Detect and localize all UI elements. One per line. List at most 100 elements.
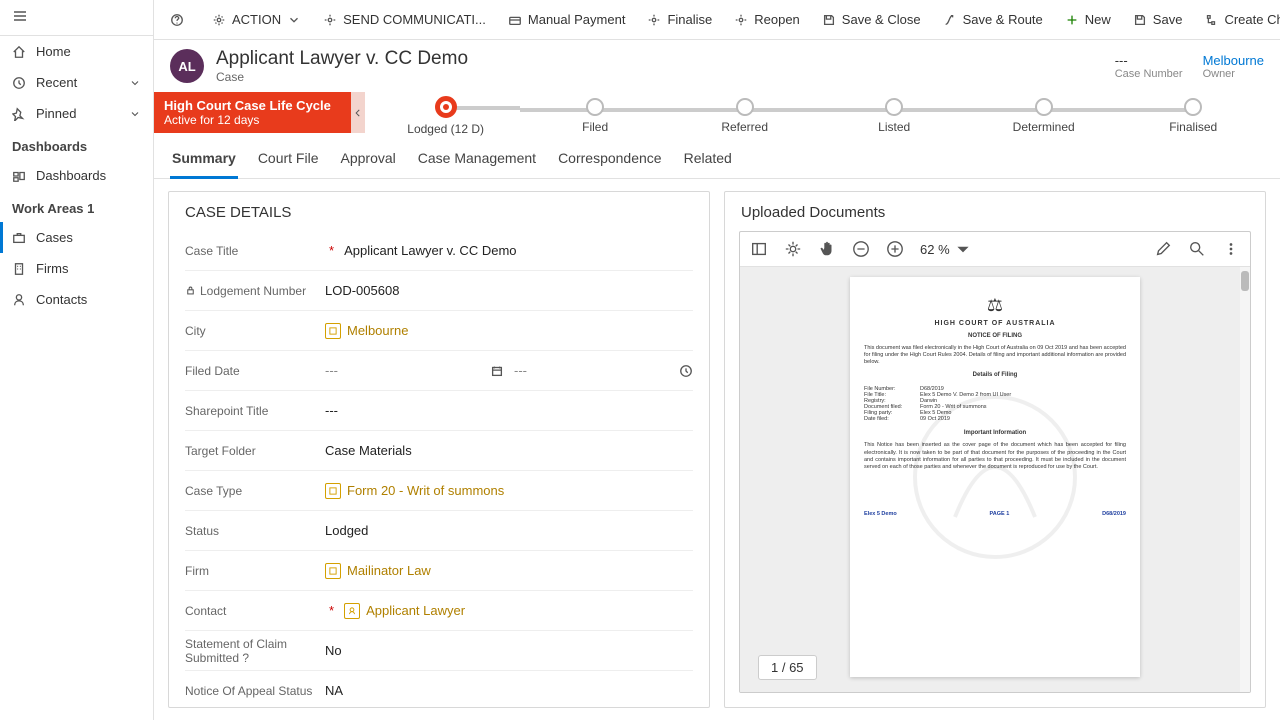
clock-icon[interactable] <box>679 364 693 378</box>
chevron-down-icon <box>287 13 301 27</box>
stage-referred[interactable]: Referred <box>670 98 820 134</box>
send-communication-button[interactable]: SEND COMMUNICATI... <box>313 6 496 33</box>
doc-scrollbar[interactable] <box>1240 267 1250 692</box>
stage-listed[interactable]: Listed <box>819 98 969 134</box>
nav-label: Dashboards <box>36 168 106 183</box>
create-child-button[interactable]: Create Child Case <box>1194 6 1280 33</box>
record-header: AL Applicant Lawyer v. CC Demo Case --- … <box>154 40 1280 84</box>
calendar-icon[interactable] <box>490 364 504 378</box>
doc-toolbar: 62 % <box>740 232 1250 267</box>
stage-filed[interactable]: Filed <box>520 98 670 134</box>
gear-icon <box>784 240 802 258</box>
doc-page: ⚖ HIGH COURT OF AUSTRALIA NOTICE OF FILI… <box>850 277 1140 677</box>
page-counter[interactable]: 1 / 65 <box>758 655 817 680</box>
tab-approval[interactable]: Approval <box>339 146 398 178</box>
nav-section-dashboards: Dashboards <box>0 129 153 160</box>
zoom-level[interactable]: 62 % <box>920 240 972 258</box>
field-case-type[interactable]: Case Type Form 20 - Writ of summons <box>185 471 693 511</box>
save-button[interactable]: Save <box>1123 6 1193 33</box>
zoom-out-button[interactable] <box>852 240 870 258</box>
finalise-button[interactable]: Finalise <box>637 6 722 33</box>
save-icon <box>822 13 836 27</box>
more-vertical-icon <box>1222 240 1240 258</box>
save-route-button[interactable]: Save & Route <box>933 6 1053 33</box>
person-icon <box>12 293 26 307</box>
panel-title: CASE DETAILS <box>169 192 709 231</box>
field-lodgement-number: Lodgement Number LOD-005608 <box>185 271 693 311</box>
doc-more-button[interactable] <box>1222 240 1240 258</box>
search-button[interactable] <box>1188 240 1206 258</box>
stage-lodged[interactable]: Lodged (12 D) <box>371 96 521 136</box>
form-tabs: Summary Court File Approval Case Managem… <box>154 136 1280 179</box>
panel-title: Uploaded Documents <box>725 192 1265 231</box>
uploaded-documents-panel: Uploaded Documents 62 % <box>724 191 1266 708</box>
nav-dashboards[interactable]: Dashboards <box>0 160 153 191</box>
nav-contacts[interactable]: Contacts <box>0 284 153 315</box>
doc-canvas[interactable]: ⚖ HIGH COURT OF AUSTRALIA NOTICE OF FILI… <box>740 267 1250 692</box>
case-details-panel: CASE DETAILS Case Title * Applicant Lawy… <box>168 191 710 708</box>
field-noa-status[interactable]: Notice Of Appeal Status NA <box>185 671 693 707</box>
tab-correspondence[interactable]: Correspondence <box>556 146 664 178</box>
header-owner[interactable]: Melbourne Owner <box>1203 53 1264 80</box>
route-icon <box>943 13 957 27</box>
nav-label: Home <box>36 44 71 59</box>
stage-finalised[interactable]: Finalised <box>1118 98 1268 134</box>
tab-related[interactable]: Related <box>682 146 734 178</box>
field-target-folder[interactable]: Target Folder Case Materials <box>185 431 693 471</box>
nav-label: Recent <box>36 75 77 90</box>
field-soc-submitted[interactable]: Statement of Claim Submitted ? No <box>185 631 693 671</box>
gear-icon <box>323 13 337 27</box>
action-button[interactable]: ACTION <box>202 6 311 33</box>
pan-button[interactable] <box>818 240 836 258</box>
nav-pinned[interactable]: Pinned <box>0 98 153 129</box>
save-icon <box>1133 13 1147 27</box>
nav-label: Pinned <box>36 106 76 121</box>
document-viewer: 62 % ⚖ HIGH COURT OF AUSTRALIA NOTICE OF… <box>739 231 1251 693</box>
nav-recent[interactable]: Recent <box>0 67 153 98</box>
nav-firms[interactable]: Firms <box>0 253 153 284</box>
help-button[interactable] <box>160 7 194 33</box>
new-button[interactable]: New <box>1055 6 1121 33</box>
tab-court-file[interactable]: Court File <box>256 146 321 178</box>
hand-icon <box>818 240 836 258</box>
required-indicator: * <box>329 243 334 258</box>
field-city[interactable]: City Melbourne <box>185 311 693 351</box>
chevron-down-icon <box>129 108 141 120</box>
nav-cases[interactable]: Cases <box>0 222 153 253</box>
dashboard-icon <box>12 169 26 183</box>
stage-determined[interactable]: Determined <box>969 98 1119 134</box>
header-case-number: --- Case Number <box>1115 53 1183 80</box>
tab-case-management[interactable]: Case Management <box>416 146 538 178</box>
reopen-button[interactable]: Reopen <box>724 6 810 33</box>
entity-label: Case <box>216 70 468 84</box>
save-close-button[interactable]: Save & Close <box>812 6 931 33</box>
business-process-flow: High Court Case Life Cycle Active for 12… <box>154 92 1280 136</box>
field-case-title[interactable]: Case Title * Applicant Lawyer v. CC Demo <box>185 231 693 271</box>
edit-button[interactable] <box>1154 240 1172 258</box>
lookup-icon <box>325 323 341 339</box>
avatar: AL <box>170 49 204 83</box>
clock-icon <box>12 76 26 90</box>
field-contact[interactable]: Contact * Applicant Lawyer <box>185 591 693 631</box>
hamburger-button[interactable] <box>0 0 153 36</box>
field-sharepoint-title[interactable]: Sharepoint Title --- <box>185 391 693 431</box>
nav-home[interactable]: Home <box>0 36 153 67</box>
search-icon <box>1188 240 1206 258</box>
nav-label: Cases <box>36 230 73 245</box>
building-icon <box>12 262 26 276</box>
required-indicator: * <box>329 603 334 618</box>
nav-section-workareas: Work Areas 1 <box>0 191 153 222</box>
manual-payment-button[interactable]: Manual Payment <box>498 6 636 33</box>
tab-summary[interactable]: Summary <box>170 146 238 179</box>
lock-icon <box>185 285 196 296</box>
flow-icon <box>1204 13 1218 27</box>
settings-button[interactable] <box>784 240 802 258</box>
field-status[interactable]: Status Lodged <box>185 511 693 551</box>
field-firm[interactable]: Firm Mailinator Law <box>185 551 693 591</box>
field-filed-date[interactable]: Filed Date --- --- <box>185 351 693 391</box>
zoom-in-button[interactable] <box>886 240 904 258</box>
bpf-header[interactable]: High Court Case Life Cycle Active for 12… <box>154 92 351 133</box>
sidebar-toggle-button[interactable] <box>750 240 768 258</box>
plus-icon <box>1065 13 1079 27</box>
nav-label: Firms <box>36 261 69 276</box>
